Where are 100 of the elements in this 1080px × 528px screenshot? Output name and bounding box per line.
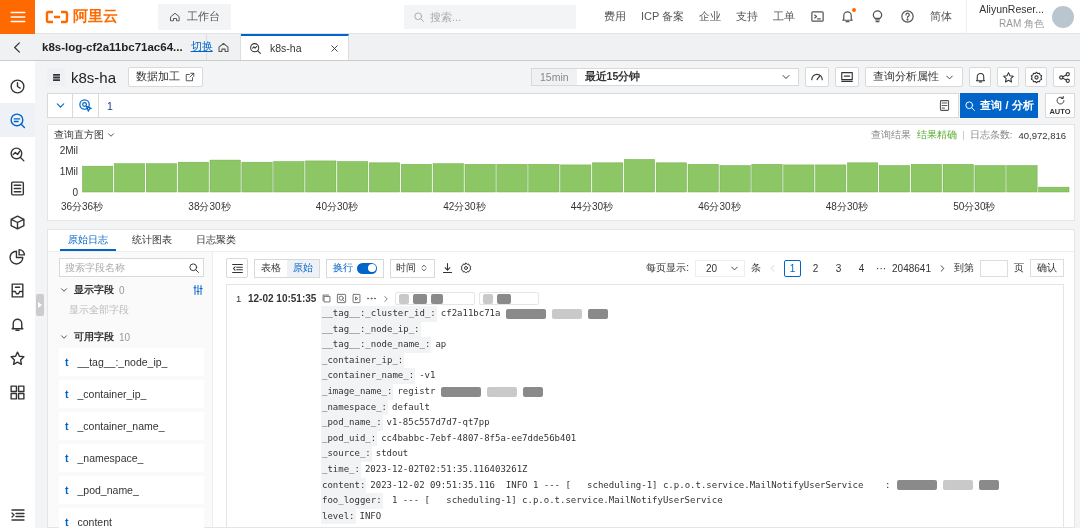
time-range-select[interactable]: 15min 最近15分钟	[531, 68, 799, 86]
field-item[interactable]: t _container_name_	[59, 412, 204, 440]
sliders-icon[interactable]	[192, 284, 204, 296]
histogram-bar[interactable]	[241, 161, 273, 193]
settings-button[interactable]	[1025, 67, 1047, 87]
help-icon[interactable]	[900, 9, 916, 24]
histogram-bar[interactable]	[687, 164, 719, 193]
page-button[interactable]: 2048641	[892, 259, 931, 277]
query-properties-button[interactable]: 查询分析属性	[865, 67, 963, 87]
field-item[interactable]: t _namespace_	[59, 444, 204, 472]
histogram-bar[interactable]	[879, 165, 910, 193]
logstore-tab[interactable]: k8s-ha	[241, 34, 349, 60]
field-search-input[interactable]: 搜索字段名称	[59, 258, 204, 277]
share-button[interactable]	[1053, 67, 1075, 87]
field-item[interactable]: t _container_ip_	[59, 380, 204, 408]
switch-link[interactable]: 切换	[190, 40, 213, 54]
data-process-button[interactable]: 数据加工	[128, 67, 204, 87]
chevron-right-icon[interactable]	[381, 293, 391, 304]
view-mode-tab[interactable]: 原始	[287, 259, 319, 277]
logo-text: 阿里云	[73, 7, 118, 26]
search-button[interactable]: 查询 / 分析	[960, 93, 1038, 118]
per-page-select[interactable]: 20	[695, 259, 746, 277]
terminal-icon[interactable]	[810, 9, 826, 24]
search-icon[interactable]	[188, 261, 200, 274]
histogram-bar[interactable]	[942, 164, 974, 193]
histogram-bar[interactable]	[560, 164, 592, 193]
collapse-button[interactable]	[226, 258, 248, 278]
histogram-toggle[interactable]: 查询直方图	[54, 128, 116, 142]
histogram-bar[interactable]	[496, 164, 528, 193]
result-tab[interactable]: 统计图表	[124, 230, 180, 251]
histogram-bar[interactable]	[82, 165, 114, 193]
menu-button[interactable]	[0, 0, 35, 34]
confirm-button[interactable]: 确认	[1030, 259, 1064, 277]
page-input[interactable]	[980, 259, 1008, 277]
tag-chip[interactable]	[479, 292, 539, 305]
tag-chip[interactable]	[395, 292, 475, 305]
histogram-bar[interactable]	[400, 164, 432, 193]
close-icon[interactable]	[329, 42, 340, 54]
histogram-bar[interactable]	[815, 164, 847, 193]
histogram-bar[interactable]	[146, 163, 177, 193]
histogram-bar[interactable]	[592, 162, 624, 193]
target-button[interactable]	[73, 93, 99, 118]
result-tab[interactable]: 日志聚类	[188, 230, 244, 251]
play-document-icon[interactable]	[351, 293, 362, 304]
notification-icon[interactable]	[840, 9, 856, 24]
histogram-bar[interactable]	[273, 161, 305, 193]
field-item[interactable]: t content	[59, 508, 204, 528]
histogram-bar[interactable]	[528, 164, 560, 193]
histogram-bar[interactable]	[624, 159, 655, 193]
histogram-bar[interactable]	[847, 162, 878, 193]
expand-button[interactable]	[47, 93, 73, 118]
chevron-down-icon[interactable]	[59, 332, 69, 342]
nav-link[interactable]: 支持	[736, 9, 759, 24]
nav-link[interactable]: 企业	[699, 9, 722, 24]
search-field[interactable]: 搜索...	[404, 4, 576, 29]
settings-icon[interactable]	[460, 262, 472, 274]
alert-button[interactable]	[969, 67, 991, 87]
histogram-bar[interactable]	[783, 164, 815, 193]
histogram-bar[interactable]	[114, 163, 145, 193]
page-button[interactable]: 1	[784, 259, 802, 277]
nav-link[interactable]: ICP 备案	[641, 9, 685, 24]
histogram-bar[interactable]	[655, 162, 687, 193]
workbench-button[interactable]: 工作台	[158, 3, 231, 30]
field-value: 2023-12-02T02:51:35.116403261Z	[363, 462, 528, 476]
page-button[interactable]: 2	[807, 259, 825, 277]
document-icon[interactable]	[938, 99, 951, 112]
histogram-bar[interactable]	[369, 162, 400, 193]
histogram-bar[interactable]	[464, 164, 496, 193]
wrap-toggle[interactable]: 换行	[326, 258, 384, 278]
histogram-bar[interactable]	[337, 161, 369, 193]
field-item[interactable]: t __tag__:_node_ip_	[59, 348, 204, 376]
chevron-down-icon[interactable]	[59, 285, 69, 295]
page-button[interactable]: 3	[830, 259, 848, 277]
histogram-bar[interactable]	[177, 161, 209, 193]
zoom-document-icon[interactable]	[336, 293, 347, 304]
sort-button[interactable]: 时间	[390, 258, 435, 278]
histogram-bar[interactable]	[1038, 186, 1070, 193]
histogram-bar[interactable]	[719, 165, 751, 193]
histogram-bar[interactable]	[751, 164, 783, 193]
download-icon[interactable]	[441, 261, 454, 275]
histogram-bar[interactable]	[432, 163, 464, 193]
monitor-button[interactable]	[835, 67, 859, 87]
nav-link[interactable]: 费用	[604, 9, 626, 24]
histogram-bar[interactable]	[974, 165, 1006, 193]
histogram-bar[interactable]	[305, 160, 337, 193]
language-link[interactable]: 简体	[930, 9, 953, 24]
nav-link[interactable]: 工单	[773, 9, 796, 24]
query-input[interactable]: 1	[99, 93, 959, 118]
favorite-button[interactable]	[997, 67, 1019, 87]
collapse-handle[interactable]	[36, 294, 44, 316]
gauge-button[interactable]	[805, 67, 829, 87]
histogram-bar[interactable]	[1006, 165, 1038, 193]
avatar[interactable]	[1052, 5, 1074, 28]
copy-icon[interactable]	[321, 293, 332, 304]
field-item[interactable]: t _pod_name_	[59, 476, 204, 504]
field-key: _source_:	[321, 446, 372, 462]
collapse-icon[interactable]	[9, 507, 26, 523]
histogram-bar[interactable]	[209, 159, 241, 193]
histogram-bar[interactable]	[910, 164, 942, 193]
page-button[interactable]: 4	[853, 259, 871, 277]
